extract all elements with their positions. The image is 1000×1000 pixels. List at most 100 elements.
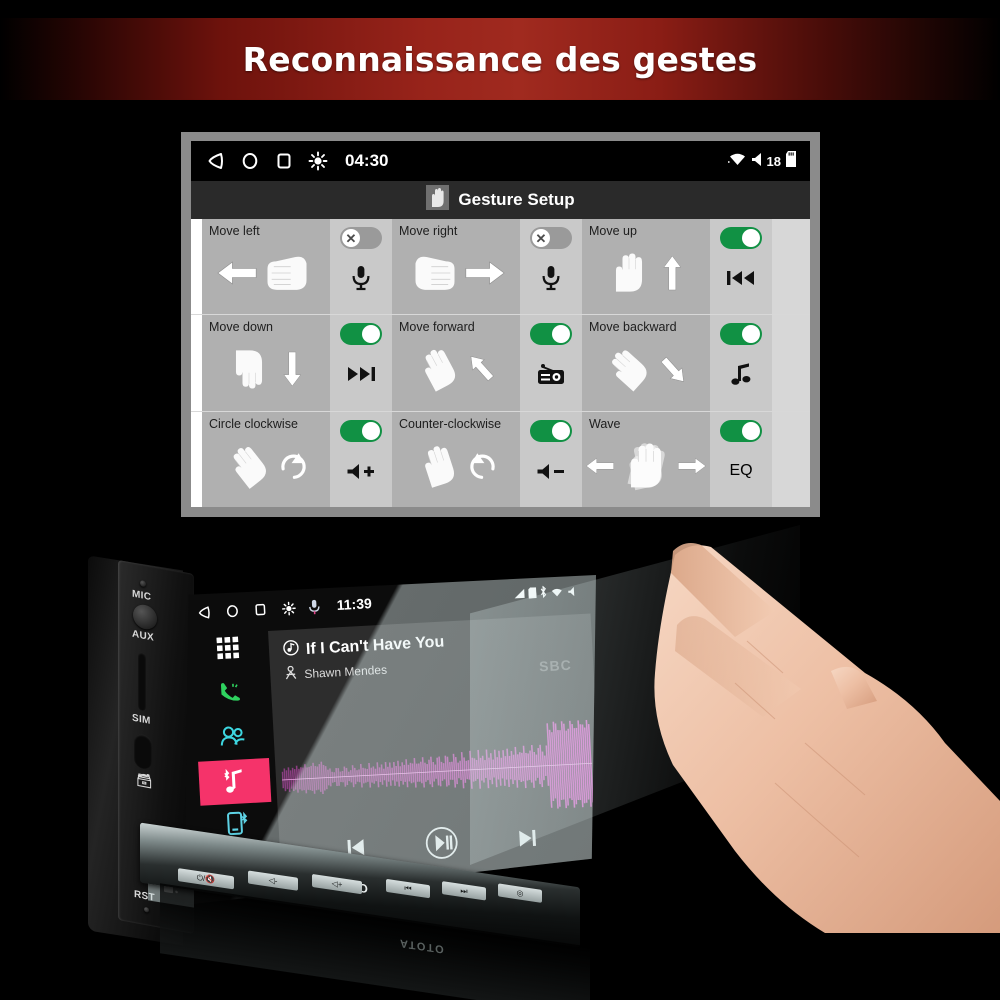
gesture-cell[interactable]: Move left <box>202 219 330 315</box>
mic-label: MIC <box>132 588 152 604</box>
track-artist: Shawn Mendes <box>304 662 388 681</box>
aux-label: AUX <box>132 628 155 644</box>
contacts-icon <box>219 724 246 752</box>
gesture-setup-screenshot: 04:30 18 Gesture Setup Move left ✕ Move … <box>181 132 820 517</box>
hand-fist-right-icon <box>406 247 464 304</box>
gesture-row: Circle clockwise Counter-clockwise Wave … <box>191 411 810 507</box>
sim-label: SIM <box>132 712 151 728</box>
row-gutter <box>191 411 202 507</box>
home-circle-icon[interactable] <box>224 603 240 619</box>
bluetooth-icon <box>539 585 548 603</box>
toggle-knob <box>552 421 570 440</box>
hand-circle-ccw-icon <box>412 439 466 498</box>
next-track-icon[interactable] <box>346 359 376 389</box>
gesture-setup-display: 04:30 18 Gesture Setup Move left ✕ Move … <box>191 141 810 507</box>
sdcard-slot-icon[interactable] <box>134 732 152 771</box>
gesture-toggle[interactable] <box>720 323 762 346</box>
track-title-row: If I Can't Have You <box>283 632 445 662</box>
reset-hole[interactable] <box>144 906 149 913</box>
home-button[interactable]: ◎ <box>498 883 542 903</box>
volume-icon <box>566 583 578 602</box>
back-triangle-icon[interactable] <box>196 604 212 620</box>
next-track-icon[interactable] <box>515 826 541 856</box>
track-title: If I Can't Have You <box>305 633 446 658</box>
gesture-cell[interactable]: Move forward <box>392 315 520 411</box>
gesture-toggle[interactable] <box>340 419 382 442</box>
gesture-control-column: ✕ <box>330 219 392 315</box>
equalizer-icon[interactable]: EQ <box>729 456 752 486</box>
music-note-icon[interactable] <box>730 359 752 389</box>
gesture-toggle[interactable] <box>340 323 382 346</box>
arrow-up-icon <box>656 249 690 302</box>
gesture-setup-title: Gesture Setup <box>458 190 575 209</box>
arrow-left-icon <box>216 249 258 302</box>
brightness-sun-icon[interactable] <box>301 141 335 181</box>
gesture-illustration <box>582 239 710 312</box>
gesture-toggle[interactable]: ✕ <box>530 227 572 249</box>
rotate-ccw-icon <box>466 442 500 495</box>
signal-bars-icon <box>513 586 526 605</box>
next-button[interactable]: ⏭ <box>442 881 486 901</box>
brightness-sun-icon[interactable] <box>280 600 296 616</box>
toggle-knob: ✕ <box>532 229 550 247</box>
gesture-toggle[interactable] <box>720 419 762 442</box>
toggle-off-mark: ✕ <box>345 230 357 246</box>
aux-jack[interactable] <box>133 602 157 632</box>
radio-icon[interactable] <box>537 359 565 389</box>
gesture-cell[interactable]: Move down <box>202 315 330 411</box>
gesture-toggle[interactable] <box>720 227 762 249</box>
gesture-status-bar: 04:30 18 <box>191 141 810 181</box>
gesture-control-column <box>710 219 772 315</box>
gesture-cell[interactable]: Wave <box>582 411 710 507</box>
sidebar-item-apps[interactable] <box>191 627 265 675</box>
arrow-right-icon <box>677 446 707 491</box>
bluetooth-music-icon <box>222 766 248 798</box>
gesture-clock: 04:30 <box>345 151 389 170</box>
back-triangle-icon[interactable] <box>199 141 233 181</box>
microphone-icon[interactable] <box>542 263 560 293</box>
toggle-knob <box>742 229 760 247</box>
play-pause-icon[interactable] <box>423 824 461 867</box>
microphone-icon[interactable] <box>308 598 324 614</box>
hand-open-up-icon <box>602 246 656 305</box>
sidebar-item-bluetooth-music[interactable] <box>197 758 272 807</box>
gesture-toggle[interactable] <box>530 419 572 442</box>
wifi-icon <box>727 151 747 171</box>
recents-square-icon[interactable] <box>252 601 268 617</box>
gesture-toggle[interactable]: ✕ <box>340 227 382 249</box>
gesture-control-column <box>330 411 392 507</box>
arrow-down-icon <box>276 345 310 398</box>
gesture-illustration <box>202 432 330 505</box>
gesture-label: Move left <box>209 224 260 238</box>
row-gutter <box>191 219 202 315</box>
gesture-row: Move left ✕ Move right ✕ Move up <box>191 219 810 316</box>
sim-slot[interactable] <box>138 651 146 712</box>
volume-up-icon[interactable] <box>346 456 376 486</box>
home-circle-icon[interactable] <box>233 141 267 181</box>
sim-card-icon <box>528 585 537 603</box>
gesture-control-column <box>330 315 392 411</box>
gesture-illustration <box>582 432 710 505</box>
gesture-cell[interactable]: Move backward <box>582 315 710 411</box>
rotate-cw-icon <box>276 442 310 495</box>
radio-clock: 11:39 <box>335 595 372 613</box>
recents-square-icon[interactable] <box>267 141 301 181</box>
gesture-cell[interactable]: Circle clockwise <box>202 411 330 507</box>
sidebar-item-contacts[interactable] <box>195 715 269 763</box>
previous-track-icon[interactable] <box>726 263 756 293</box>
sdcard-glyph: 🗃 <box>136 771 153 790</box>
radio-status-icons <box>513 582 592 604</box>
previous-button[interactable]: ⏮ <box>386 878 430 899</box>
volume-down-button[interactable]: ◁- <box>248 870 298 891</box>
sidebar-item-phone[interactable] <box>193 671 267 719</box>
volume-icon <box>751 152 763 171</box>
gesture-cell[interactable]: Counter-clockwise <box>392 411 520 507</box>
microphone-icon[interactable] <box>352 263 370 293</box>
gesture-label: Wave <box>589 416 621 431</box>
gesture-toggle[interactable] <box>530 323 572 346</box>
banner: Reconnaissance des gestes <box>0 18 1000 100</box>
volume-down-icon[interactable] <box>536 456 566 486</box>
gesture-cell[interactable]: Move up <box>582 219 710 315</box>
gesture-cell[interactable]: Move right <box>392 219 520 315</box>
row-gutter <box>191 315 202 411</box>
